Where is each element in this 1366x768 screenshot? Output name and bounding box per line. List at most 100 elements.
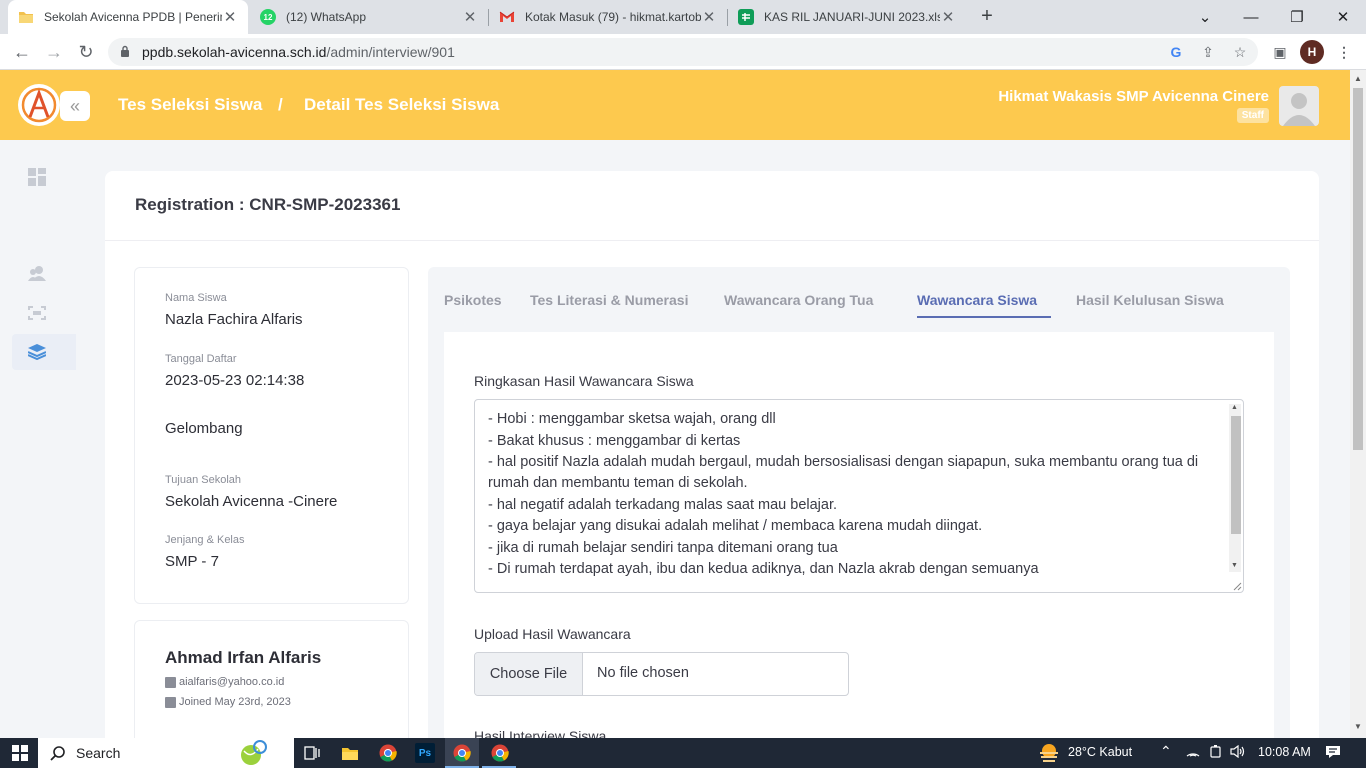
folder-favicon-icon bbox=[18, 9, 34, 25]
chrome-icon[interactable] bbox=[378, 743, 398, 763]
back-icon[interactable]: ← bbox=[8, 38, 36, 66]
bookmark-star-icon[interactable]: ☆ bbox=[1230, 42, 1250, 62]
page-scroll-up-icon[interactable]: ▲ bbox=[1354, 74, 1362, 83]
tab-wawancara-siswa[interactable]: Wawancara Siswa bbox=[917, 292, 1037, 308]
photoshop-icon[interactable]: Ps bbox=[415, 743, 435, 763]
summary-line: - hal negatif adalah terkadang malas saa… bbox=[488, 497, 838, 513]
browser-tab-sheets[interactable]: KAS RIL JANUARI-JUNI 2023.xlsx ✕ bbox=[728, 0, 966, 34]
collapse-sidebar-icon[interactable]: « bbox=[60, 91, 90, 121]
summary-line: - Hobi : menggambar sketsa wajah, orang … bbox=[488, 411, 776, 427]
upload-file-input[interactable]: Choose File No file chosen bbox=[474, 652, 849, 696]
menu-kebab-icon[interactable]: ⋮ bbox=[1334, 42, 1354, 62]
new-tab-button[interactable]: + bbox=[976, 5, 998, 27]
upload-label: Upload Hasil Wawancara bbox=[474, 626, 631, 642]
resize-handle-icon[interactable] bbox=[1232, 581, 1242, 591]
clock-time[interactable]: 10:08 AM bbox=[1258, 745, 1311, 759]
sidebar-item-layers[interactable] bbox=[12, 334, 76, 370]
scroll-up-arrow-icon[interactable]: ▲ bbox=[1231, 404, 1238, 411]
volume-icon[interactable] bbox=[1230, 744, 1245, 761]
breadcrumb-root[interactable]: Tes Seleksi Siswa bbox=[118, 95, 262, 115]
no-file-text: No file chosen bbox=[597, 665, 689, 681]
parent-email: aialfaris@yahoo.co.id bbox=[179, 676, 285, 688]
taskbar-search[interactable]: Search bbox=[38, 738, 294, 768]
tab-hasil-kelulusan[interactable]: Hasil Kelulusan Siswa bbox=[1076, 292, 1224, 308]
browser-tab-title: Kotak Masuk (79) - hikmat.kartobi bbox=[525, 10, 701, 24]
summary-line: - Bakat khusus : menggambar di kertas bbox=[488, 433, 741, 449]
sidebar-item-users[interactable] bbox=[12, 255, 76, 291]
envelope-icon bbox=[165, 676, 176, 688]
users-icon bbox=[28, 266, 46, 281]
tab-wawancara-orang-tua[interactable]: Wawancara Orang Tua bbox=[724, 292, 873, 308]
side-panel-icon[interactable]: ▣ bbox=[1270, 42, 1290, 62]
choose-file-button[interactable]: Choose File bbox=[475, 653, 583, 695]
google-translate-icon[interactable]: G bbox=[1166, 42, 1186, 62]
breadcrumb-current: Detail Tes Seleksi Siswa bbox=[304, 95, 500, 114]
chrome-profile-icon[interactable] bbox=[490, 743, 510, 763]
tab-search-icon[interactable]: ⌄ bbox=[1182, 0, 1228, 34]
close-tab-icon[interactable]: ✕ bbox=[701, 8, 717, 26]
summary-line: - jika di rumah belajar sendiri tanpa di… bbox=[488, 540, 838, 556]
user-role-badge: Staff bbox=[1236, 108, 1269, 123]
search-icon bbox=[50, 746, 65, 761]
network-icon[interactable] bbox=[1186, 745, 1200, 760]
restore-icon[interactable]: ❐ bbox=[1274, 0, 1320, 34]
browser-tab-whatsapp[interactable]: 12 (12) WhatsApp ✕ bbox=[250, 0, 488, 34]
browser-tab-title: KAS RIL JANUARI-JUNI 2023.xlsx bbox=[764, 10, 940, 24]
scroll-down-arrow-icon[interactable]: ▼ bbox=[1231, 562, 1238, 569]
app-header: « Tes Seleksi Siswa / Detail Tes Seleksi… bbox=[0, 70, 1350, 140]
windows-taskbar: Search Ps 28°C Kabut ⌃ 10:08 AM bbox=[0, 738, 1366, 768]
tab-literasi-numerasi[interactable]: Tes Literasi & Numerasi bbox=[530, 292, 688, 308]
tray-chevron-icon[interactable]: ⌃ bbox=[1160, 743, 1172, 760]
chrome-icon bbox=[453, 744, 471, 762]
level-class-value: SMP - 7 bbox=[165, 553, 219, 570]
close-window-icon[interactable]: ✕ bbox=[1320, 0, 1366, 34]
sheets-favicon-icon bbox=[738, 9, 754, 25]
share-icon[interactable]: ⇪ bbox=[1198, 42, 1218, 62]
windows-start-icon[interactable] bbox=[12, 745, 28, 761]
gmail-favicon-icon bbox=[499, 9, 515, 25]
reload-icon[interactable]: ↻ bbox=[72, 38, 100, 66]
textarea-scroll-thumb[interactable] bbox=[1231, 416, 1241, 534]
minimize-icon[interactable]: — bbox=[1228, 0, 1274, 34]
browser-toolbar: ← → ↻ ppdb.sekolah-avicenna.sch.id/admin… bbox=[0, 34, 1366, 70]
forward-icon[interactable]: → bbox=[40, 38, 68, 66]
calendar-icon bbox=[165, 696, 176, 708]
profile-avatar[interactable]: H bbox=[1300, 40, 1324, 64]
tab-psikotes[interactable]: Psikotes bbox=[444, 292, 502, 308]
battery-icon[interactable] bbox=[1209, 745, 1222, 761]
page-scroll-down-icon[interactable]: ▼ bbox=[1354, 722, 1362, 731]
target-school-value: Sekolah Avicenna -Cinere bbox=[165, 493, 338, 510]
sidebar-item-dashboard[interactable] bbox=[12, 159, 76, 195]
file-explorer-icon[interactable] bbox=[340, 743, 360, 763]
avicenna-logo[interactable] bbox=[18, 84, 60, 126]
notification-icon[interactable] bbox=[1325, 745, 1341, 762]
divider bbox=[105, 240, 1319, 241]
weather-text[interactable]: 28°C Kabut bbox=[1068, 745, 1132, 759]
close-tab-icon[interactable]: ✕ bbox=[222, 8, 238, 26]
register-date-value: 2023-05-23 02:14:38 bbox=[165, 372, 305, 389]
logo-mark-icon bbox=[21, 87, 57, 123]
weather-haze-icon bbox=[1040, 744, 1058, 762]
task-view-icon[interactable] bbox=[302, 743, 322, 763]
taskbar-chrome-active[interactable] bbox=[445, 738, 479, 768]
wave-label: Gelombang bbox=[165, 420, 243, 437]
sidebar-item-scan[interactable] bbox=[12, 295, 76, 331]
browser-tab-ppdb[interactable]: Sekolah Avicenna PPDB | Penerimaan ✕ bbox=[8, 0, 248, 34]
address-bar[interactable]: ppdb.sekolah-avicenna.sch.id/admin/inter… bbox=[108, 38, 1258, 66]
close-tab-icon[interactable]: ✕ bbox=[940, 8, 956, 26]
user-silhouette-icon bbox=[1283, 93, 1315, 126]
active-tab-indicator bbox=[917, 316, 1051, 318]
summary-textarea[interactable]: - Hobi : menggambar sketsa wajah, orang … bbox=[474, 399, 1244, 593]
url-text: ppdb.sekolah-avicenna.sch.id/admin/inter… bbox=[142, 44, 455, 60]
parent-joined-row: Joined May 23rd, 2023 bbox=[165, 696, 291, 708]
summary-label: Ringkasan Hasil Wawancara Siswa bbox=[474, 373, 694, 389]
browser-tab-gmail[interactable]: Kotak Masuk (79) - hikmat.kartobi ✕ bbox=[489, 0, 727, 34]
page-scroll-thumb[interactable] bbox=[1353, 88, 1363, 450]
close-tab-icon[interactable]: ✕ bbox=[462, 8, 478, 26]
parent-email-row: aialfaris@yahoo.co.id bbox=[165, 676, 284, 688]
target-school-label: Tujuan Sekolah bbox=[165, 474, 242, 486]
page-scrollbar[interactable]: ▲ ▼ bbox=[1350, 70, 1366, 738]
parent-joined: Joined May 23rd, 2023 bbox=[179, 696, 291, 708]
textarea-scrollbar[interactable]: ▲ ▼ bbox=[1229, 404, 1241, 572]
user-avatar[interactable] bbox=[1279, 86, 1319, 126]
